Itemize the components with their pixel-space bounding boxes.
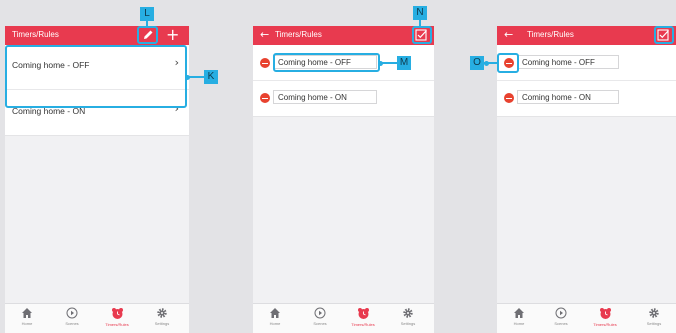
tab-scenes[interactable]: Scenes <box>52 307 92 326</box>
callout-dot <box>484 60 489 66</box>
play-circle-icon <box>555 307 567 319</box>
callout-l: L <box>140 7 154 21</box>
tab-label: Settings <box>154 321 170 326</box>
header-title: Timers/Rules <box>527 30 574 39</box>
highlight-done-button <box>654 26 674 44</box>
rule-name-field[interactable]: Coming home - OFF <box>517 55 619 69</box>
phone-screen-delete: ← Timers/Rules Coming home - OFF Coming … <box>497 26 676 333</box>
header-title: Timers/Rules <box>275 30 322 39</box>
tab-label: Scenes <box>65 321 79 326</box>
list-item: Coming home - OFF <box>497 45 676 81</box>
home-icon <box>270 308 280 318</box>
tab-scenes[interactable]: Scenes <box>541 307 581 326</box>
app-header: Timers/Rules + <box>5 26 189 45</box>
minus-circle-icon[interactable] <box>504 93 514 103</box>
highlight-rename-field <box>273 53 380 72</box>
tab-label: Timers/Rules <box>351 322 375 327</box>
gear-icon <box>157 308 167 318</box>
rule-name-field[interactable]: Coming home - ON <box>273 90 377 104</box>
tab-timers-rules[interactable]: Timers/Rules <box>343 307 383 327</box>
tab-label: Home <box>21 321 33 326</box>
minus-circle-icon[interactable] <box>260 58 270 68</box>
highlight-delete-button <box>497 53 519 73</box>
tab-home[interactable]: Home <box>499 307 539 326</box>
tab-timers-rules[interactable]: Timers/Rules <box>97 307 137 327</box>
alarm-clock-icon <box>357 308 369 319</box>
tab-timers-rules[interactable]: Timers/Rules <box>585 307 625 327</box>
list-item: Coming home - ON <box>253 81 434 117</box>
phone-screen-edit: ← Timers/Rules Coming home - OFF Coming … <box>253 26 434 333</box>
tab-settings[interactable]: Settings <box>634 307 674 326</box>
bottom-tab-bar: Home Scenes Timers/Rules Settings <box>497 303 676 333</box>
home-icon <box>514 308 524 318</box>
gear-icon <box>403 308 413 318</box>
header-title: Timers/Rules <box>12 30 59 39</box>
gear-icon <box>649 308 659 318</box>
list-item: Coming home - ON <box>497 81 676 117</box>
tab-label: Timers/Rules <box>593 322 617 327</box>
tab-label: Settings <box>400 321 416 326</box>
rules-edit-list: Coming home - OFF Coming home - ON <box>497 45 676 117</box>
tab-label: Scenes <box>313 321 327 326</box>
home-icon <box>22 308 32 318</box>
alarm-clock-icon <box>599 308 611 319</box>
app-header: ← Timers/Rules <box>497 26 676 45</box>
tab-home[interactable]: Home <box>255 307 295 326</box>
highlight-done-button <box>412 26 432 44</box>
bottom-tab-bar: Home Scenes Timers/Rules Settings <box>5 303 189 333</box>
callout-k: K <box>204 70 218 84</box>
tab-label: Settings <box>646 321 662 326</box>
tab-settings[interactable]: Settings <box>388 307 428 326</box>
minus-circle-icon[interactable] <box>260 93 270 103</box>
callout-m: M <box>397 56 411 70</box>
tab-scenes[interactable]: Scenes <box>300 307 340 326</box>
screenshot-canvas: { "phone1": { "header_title": "Timers/Ru… <box>0 0 676 333</box>
play-circle-icon <box>66 307 78 319</box>
tab-label: Home <box>269 321 281 326</box>
tab-label: Timers/Rules <box>105 322 129 327</box>
bottom-tab-bar: Home Scenes Timers/Rules Settings <box>253 303 434 333</box>
back-arrow-icon[interactable]: ← <box>260 28 269 41</box>
app-header: ← Timers/Rules <box>253 26 434 45</box>
highlight-rules-list <box>5 45 187 108</box>
alarm-clock-icon <box>111 308 123 319</box>
callout-dot <box>378 60 383 66</box>
tab-settings[interactable]: Settings <box>142 307 182 326</box>
highlight-edit-button <box>137 26 158 44</box>
tab-label: Home <box>513 321 525 326</box>
tab-home[interactable]: Home <box>7 307 47 326</box>
callout-dot <box>185 74 190 80</box>
play-circle-icon <box>314 307 326 319</box>
callout-o: O <box>470 56 484 70</box>
callout-n: N <box>413 6 427 20</box>
rule-name-field[interactable]: Coming home - ON <box>517 90 619 104</box>
back-arrow-icon[interactable]: ← <box>504 28 513 41</box>
tab-label: Scenes <box>554 321 568 326</box>
add-rule-button[interactable]: + <box>166 26 179 44</box>
